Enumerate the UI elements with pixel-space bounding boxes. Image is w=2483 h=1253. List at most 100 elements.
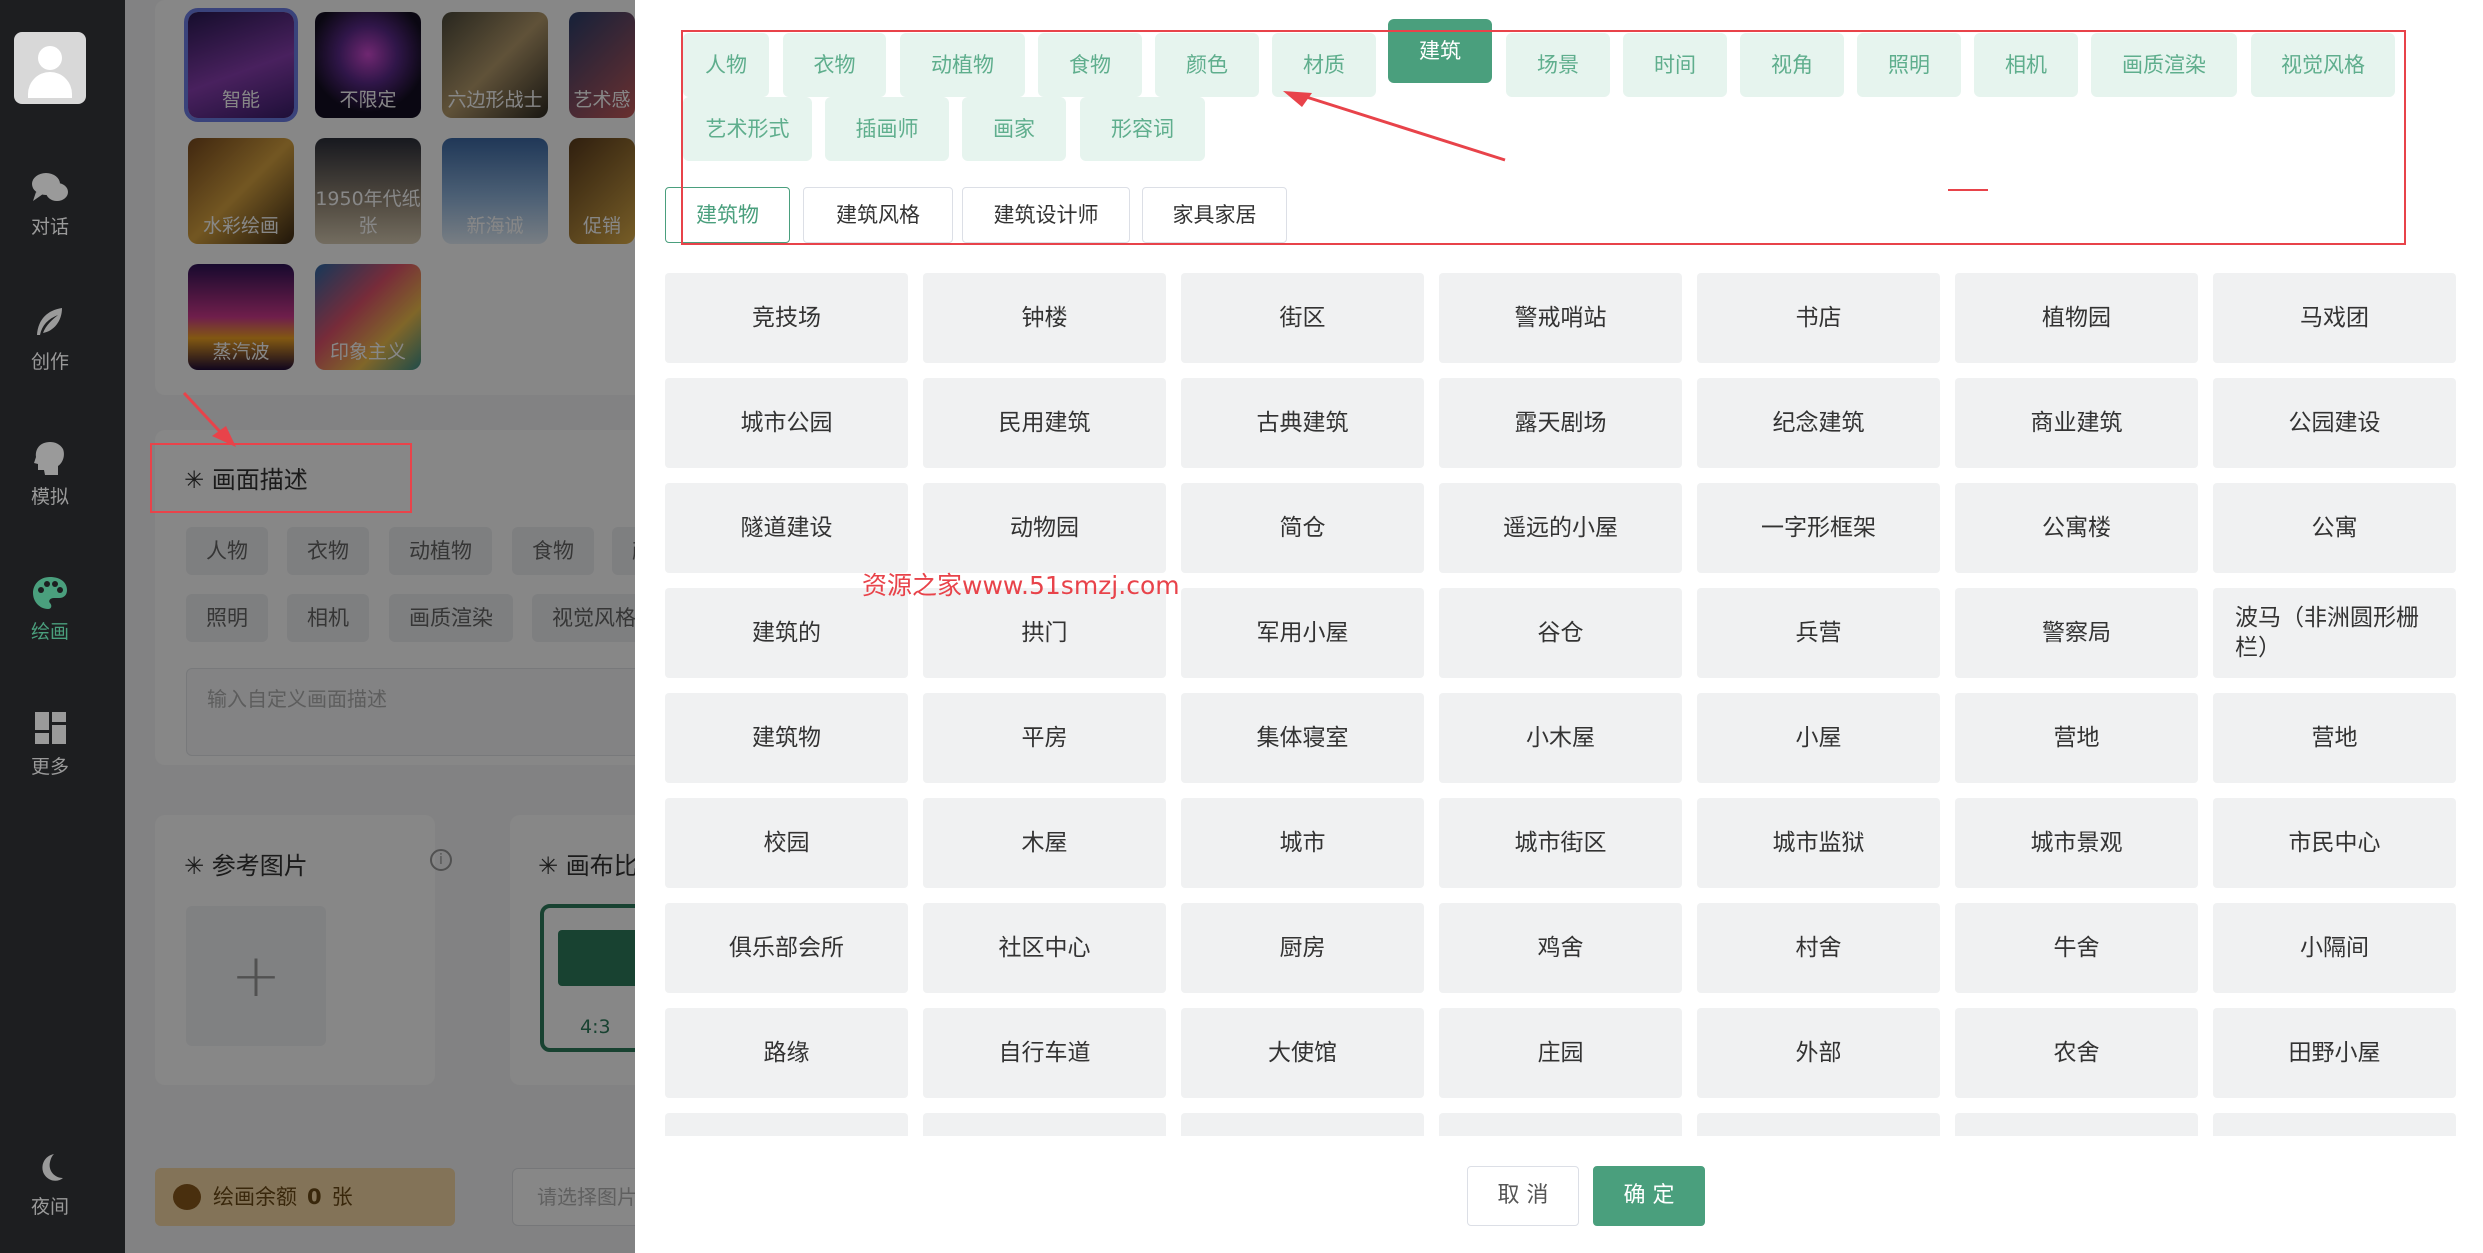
keyword-item[interactable]: 波马（非洲圆形栅栏） xyxy=(2213,588,2456,678)
keyword-item[interactable]: 路缘 xyxy=(665,1008,908,1098)
keyword-item-partial[interactable] xyxy=(1439,1113,1682,1136)
keyword-item[interactable]: 城市景观 xyxy=(1955,798,2198,888)
keyword-item[interactable]: 公园建设 xyxy=(2213,378,2456,468)
night-mode-toggle[interactable]: 夜间 xyxy=(0,1150,100,1219)
keyword-item[interactable]: 植物园 xyxy=(1955,273,2198,363)
keyword-item[interactable]: 公寓楼 xyxy=(1955,483,2198,573)
keyword-item[interactable]: 动物园 xyxy=(923,483,1166,573)
tab-时间[interactable]: 时间 xyxy=(1623,33,1727,97)
tab-动植物[interactable]: 动植物 xyxy=(900,33,1025,97)
keyword-item[interactable]: 田野小屋 xyxy=(2213,1008,2456,1098)
tab-画质渲染[interactable]: 画质渲染 xyxy=(2091,33,2237,97)
keyword-item[interactable]: 公寓 xyxy=(2213,483,2456,573)
nav-item-simulate[interactable]: 模拟 xyxy=(0,440,100,509)
keyword-item[interactable]: 隧道建设 xyxy=(665,483,908,573)
keyword-item[interactable]: 牛舍 xyxy=(1955,903,2198,993)
tab-艺术形式[interactable]: 艺术形式 xyxy=(683,97,812,161)
nav-item-create[interactable]: 创作 xyxy=(0,305,100,374)
keyword-item[interactable]: 鸡舍 xyxy=(1439,903,1682,993)
subtab-建筑风格[interactable]: 建筑风格 xyxy=(803,187,953,243)
keyword-item[interactable]: 集体寝室 xyxy=(1181,693,1424,783)
keyword-item[interactable]: 钟楼 xyxy=(923,273,1166,363)
tab-视角[interactable]: 视角 xyxy=(1740,33,1844,97)
keyword-item-partial[interactable] xyxy=(665,1113,908,1136)
tab-人物[interactable]: 人物 xyxy=(683,33,769,97)
tab-照明[interactable]: 照明 xyxy=(1857,33,1961,97)
keyword-item[interactable]: 村舍 xyxy=(1697,903,1940,993)
keyword-item[interactable]: 建筑物 xyxy=(665,693,908,783)
keyword-item-partial[interactable] xyxy=(923,1113,1166,1136)
keyword-item[interactable]: 露天剧场 xyxy=(1439,378,1682,468)
tab-衣物[interactable]: 衣物 xyxy=(783,33,886,97)
keyword-item[interactable]: 平房 xyxy=(923,693,1166,783)
tab-形容词[interactable]: 形容词 xyxy=(1080,97,1205,161)
nav-item-chat[interactable]: 对话 xyxy=(0,170,100,239)
keyword-item[interactable]: 俱乐部会所 xyxy=(665,903,908,993)
keyword-item[interactable]: 厨房 xyxy=(1181,903,1424,993)
keyword-item[interactable]: 城市公园 xyxy=(665,378,908,468)
tab-场景[interactable]: 场景 xyxy=(1506,33,1610,97)
keyword-item[interactable]: 小木屋 xyxy=(1439,693,1682,783)
head-icon xyxy=(34,442,64,475)
keyword-item[interactable]: 民用建筑 xyxy=(923,378,1166,468)
tab-视觉风格[interactable]: 视觉风格 xyxy=(2251,33,2395,97)
grid-icon xyxy=(35,712,66,744)
keyword-item[interactable]: 营地 xyxy=(2213,693,2456,783)
keyword-item-partial[interactable] xyxy=(1955,1113,2198,1136)
keyword-item[interactable]: 营地 xyxy=(1955,693,2198,783)
keyword-item[interactable]: 谷仓 xyxy=(1439,588,1682,678)
keyword-item[interactable]: 社区中心 xyxy=(923,903,1166,993)
chat-icon xyxy=(32,173,68,201)
keyword-item[interactable]: 城市街区 xyxy=(1439,798,1682,888)
avatar[interactable] xyxy=(14,32,86,104)
keyword-item[interactable]: 木屋 xyxy=(923,798,1166,888)
keyword-item[interactable]: 城市监狱 xyxy=(1697,798,1940,888)
keyword-item[interactable]: 军用小屋 xyxy=(1181,588,1424,678)
keyword-item[interactable]: 马戏团 xyxy=(2213,273,2456,363)
tab-建筑[interactable]: 建筑 xyxy=(1388,19,1492,83)
keyword-item[interactable]: 外部 xyxy=(1697,1008,1940,1098)
keyword-item[interactable]: 警戒哨站 xyxy=(1439,273,1682,363)
subtab-建筑设计师[interactable]: 建筑设计师 xyxy=(962,187,1130,243)
nav-label: 创作 xyxy=(30,351,69,373)
keyword-item[interactable]: 街区 xyxy=(1181,273,1424,363)
moon-icon xyxy=(42,1154,63,1181)
nav-label: 夜间 xyxy=(30,1196,69,1218)
tab-画家[interactable]: 画家 xyxy=(962,97,1066,161)
keyword-item[interactable]: 商业建筑 xyxy=(1955,378,2198,468)
subtab-建筑物[interactable]: 建筑物 xyxy=(665,187,790,243)
keyword-item[interactable]: 兵营 xyxy=(1697,588,1940,678)
tab-插画师[interactable]: 插画师 xyxy=(825,97,949,161)
keyword-item[interactable]: 小隔间 xyxy=(2213,903,2456,993)
keyword-item[interactable]: 小屋 xyxy=(1697,693,1940,783)
keyword-item[interactable]: 校园 xyxy=(665,798,908,888)
keyword-item[interactable]: 自行车道 xyxy=(923,1008,1166,1098)
cancel-button[interactable]: 取 消 xyxy=(1467,1166,1579,1226)
tab-食物[interactable]: 食物 xyxy=(1038,33,1142,97)
tab-材质[interactable]: 材质 xyxy=(1272,33,1376,97)
left-nav: 对话 创作 模拟 绘画 更多 夜间 xyxy=(0,0,125,1253)
keyword-item[interactable]: 城市 xyxy=(1181,798,1424,888)
confirm-button[interactable]: 确 定 xyxy=(1593,1166,1705,1226)
keyword-item[interactable]: 纪念建筑 xyxy=(1697,378,1940,468)
keyword-item-partial[interactable] xyxy=(1697,1113,1940,1136)
keyword-item[interactable]: 遥远的小屋 xyxy=(1439,483,1682,573)
keyword-item[interactable]: 大使馆 xyxy=(1181,1008,1424,1098)
keyword-item[interactable]: 庄园 xyxy=(1439,1008,1682,1098)
keyword-item[interactable]: 竞技场 xyxy=(665,273,908,363)
subtab-家具家居[interactable]: 家具家居 xyxy=(1142,187,1287,243)
nav-item-more[interactable]: 更多 xyxy=(0,710,100,779)
keyword-item[interactable]: 市民中心 xyxy=(2213,798,2456,888)
keyword-item[interactable]: 警察局 xyxy=(1955,588,2198,678)
keyword-item-partial[interactable] xyxy=(1181,1113,1424,1136)
keyword-item[interactable]: 农舍 xyxy=(1955,1008,2198,1098)
keyword-item[interactable]: 书店 xyxy=(1697,273,1940,363)
keyword-item[interactable]: 古典建筑 xyxy=(1181,378,1424,468)
tab-相机[interactable]: 相机 xyxy=(1974,33,2078,97)
keyword-item-partial[interactable] xyxy=(2213,1113,2456,1136)
tab-颜色[interactable]: 颜色 xyxy=(1155,33,1259,97)
nav-item-draw[interactable]: 绘画 xyxy=(0,575,100,644)
nav-label: 对话 xyxy=(30,216,69,238)
keyword-item[interactable]: 一字形框架 xyxy=(1697,483,1940,573)
keyword-item[interactable]: 简仓 xyxy=(1181,483,1424,573)
